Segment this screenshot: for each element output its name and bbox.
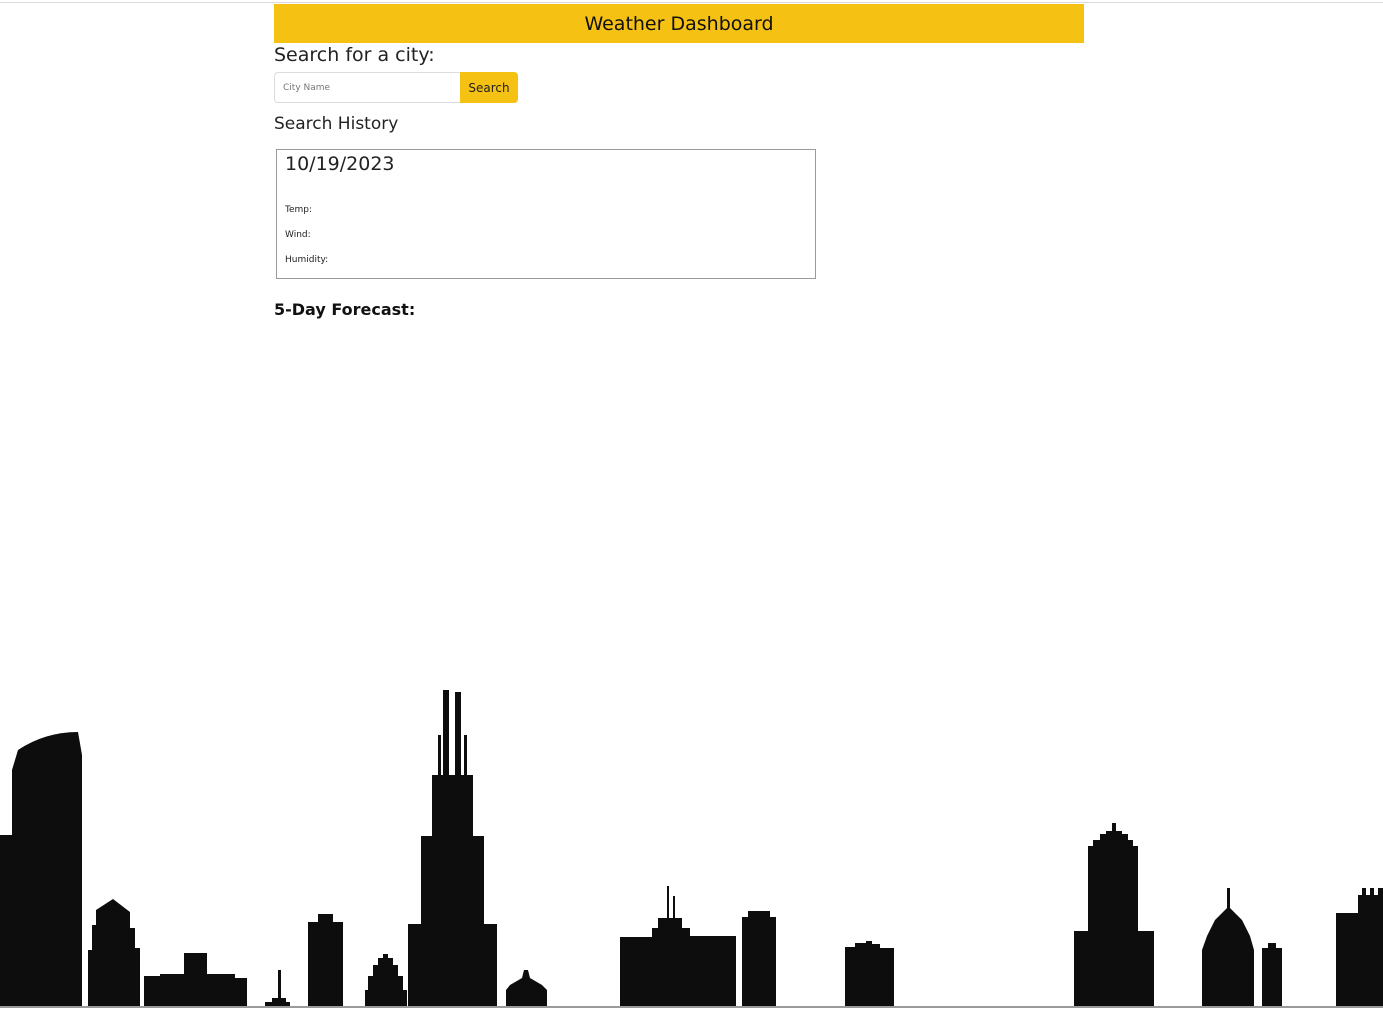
temp-label: Temp:	[285, 205, 313, 215]
search-button[interactable]: Search	[460, 72, 518, 103]
current-date: 10/19/2023	[285, 153, 395, 175]
current-weather-card: 10/19/2023 Temp: Wind: Humidity:	[276, 149, 816, 279]
skyline-silhouette	[0, 690, 1383, 1008]
app-header: Weather Dashboard	[274, 4, 1084, 43]
search-history-label: Search History	[274, 114, 399, 134]
app-title: Weather Dashboard	[584, 12, 774, 35]
humidity-label: Humidity:	[285, 255, 329, 265]
city-search-input[interactable]	[274, 72, 460, 103]
top-border	[0, 2, 1383, 3]
forecast-title: 5-Day Forecast:	[274, 300, 416, 319]
search-label: Search for a city:	[274, 44, 435, 66]
page-bottom-border	[0, 1006, 1383, 1008]
wind-label: Wind:	[285, 230, 311, 240]
